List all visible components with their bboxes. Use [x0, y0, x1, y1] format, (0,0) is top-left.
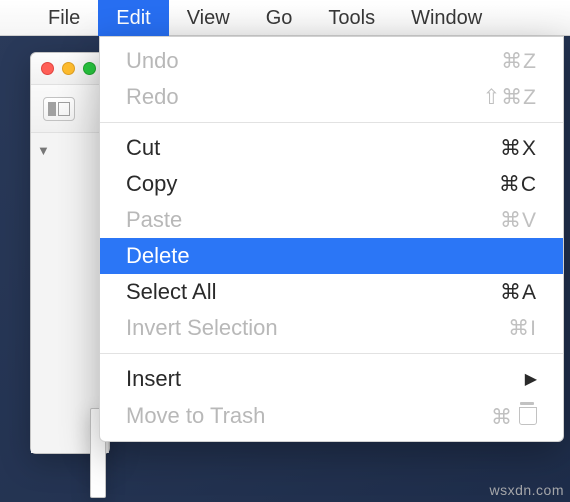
sidebar-toggle-icon: [58, 102, 70, 116]
menu-item-label: Invert Selection: [126, 315, 278, 341]
menu-item-label: Redo: [126, 84, 179, 110]
menu-item-label: Cut: [126, 135, 160, 161]
menu-window[interactable]: Window: [393, 0, 500, 36]
menu-item-shortcut: ⌘V: [500, 208, 537, 233]
sidebar-toggle-button[interactable]: [43, 97, 75, 121]
menu-item-label: Delete: [126, 243, 190, 269]
menu-item-shortcut: ⌘A: [500, 280, 537, 305]
app-window: ▼: [30, 52, 110, 454]
menu-edit[interactable]: Edit: [98, 0, 168, 36]
menu-item-cut[interactable]: Cut ⌘X: [100, 130, 563, 166]
trash-icon: [517, 402, 537, 424]
menu-item-label: Undo: [126, 48, 179, 74]
menu-item-invert-selection[interactable]: Invert Selection ⌘I: [100, 310, 563, 346]
menu-item-label: Move to Trash: [126, 403, 265, 429]
menu-item-label: Insert: [126, 366, 181, 392]
menu-item-label: Paste: [126, 207, 182, 233]
menu-item-delete[interactable]: Delete: [100, 238, 563, 274]
menu-separator: [100, 122, 563, 123]
minimize-button[interactable]: [62, 62, 75, 75]
menu-item-move-to-trash[interactable]: Move to Trash ⌘: [100, 397, 563, 435]
menu-item-insert[interactable]: Insert ▶: [100, 361, 563, 397]
menu-item-undo[interactable]: Undo ⌘Z: [100, 43, 563, 79]
menu-item-copy[interactable]: Copy ⌘C: [100, 166, 563, 202]
toolbar: [31, 85, 109, 133]
watermark: wsxdn.com: [489, 482, 564, 498]
menu-item-shortcut: ⌘I: [508, 316, 537, 341]
menu-item-select-all[interactable]: Select All ⌘A: [100, 274, 563, 310]
close-button[interactable]: [41, 62, 54, 75]
menu-item-shortcut: ⌘C: [499, 172, 537, 197]
titlebar: [31, 53, 109, 85]
menu-separator: [100, 353, 563, 354]
disclosure-icon: ▼: [37, 143, 50, 158]
maximize-button[interactable]: [83, 62, 96, 75]
sidebar: ▼: [31, 133, 109, 453]
menu-view[interactable]: View: [169, 0, 248, 36]
menu-item-label: Select All: [126, 279, 217, 305]
menu-item-shortcut: ⇧⌘Z: [483, 85, 537, 110]
menu-item-paste[interactable]: Paste ⌘V: [100, 202, 563, 238]
menu-item-shortcut: ⌘: [491, 402, 537, 430]
menu-go[interactable]: Go: [248, 0, 311, 36]
menu-tools[interactable]: Tools: [310, 0, 393, 36]
menu-file[interactable]: File: [30, 0, 98, 36]
menu-item-label: Copy: [126, 171, 177, 197]
sidebar-toggle-icon: [48, 102, 56, 116]
sidebar-item[interactable]: ▼: [37, 143, 102, 158]
menu-item-shortcut: ⌘X: [500, 136, 537, 161]
menu-item-shortcut: ⌘Z: [501, 49, 537, 74]
submenu-arrow-icon: ▶: [525, 369, 537, 389]
menubar: File Edit View Go Tools Window: [0, 0, 570, 36]
window-body: ▼: [31, 133, 109, 453]
menu-item-redo[interactable]: Redo ⇧⌘Z: [100, 79, 563, 115]
edit-menu-dropdown: Undo ⌘Z Redo ⇧⌘Z Cut ⌘X Copy ⌘C Paste ⌘V…: [99, 36, 564, 442]
